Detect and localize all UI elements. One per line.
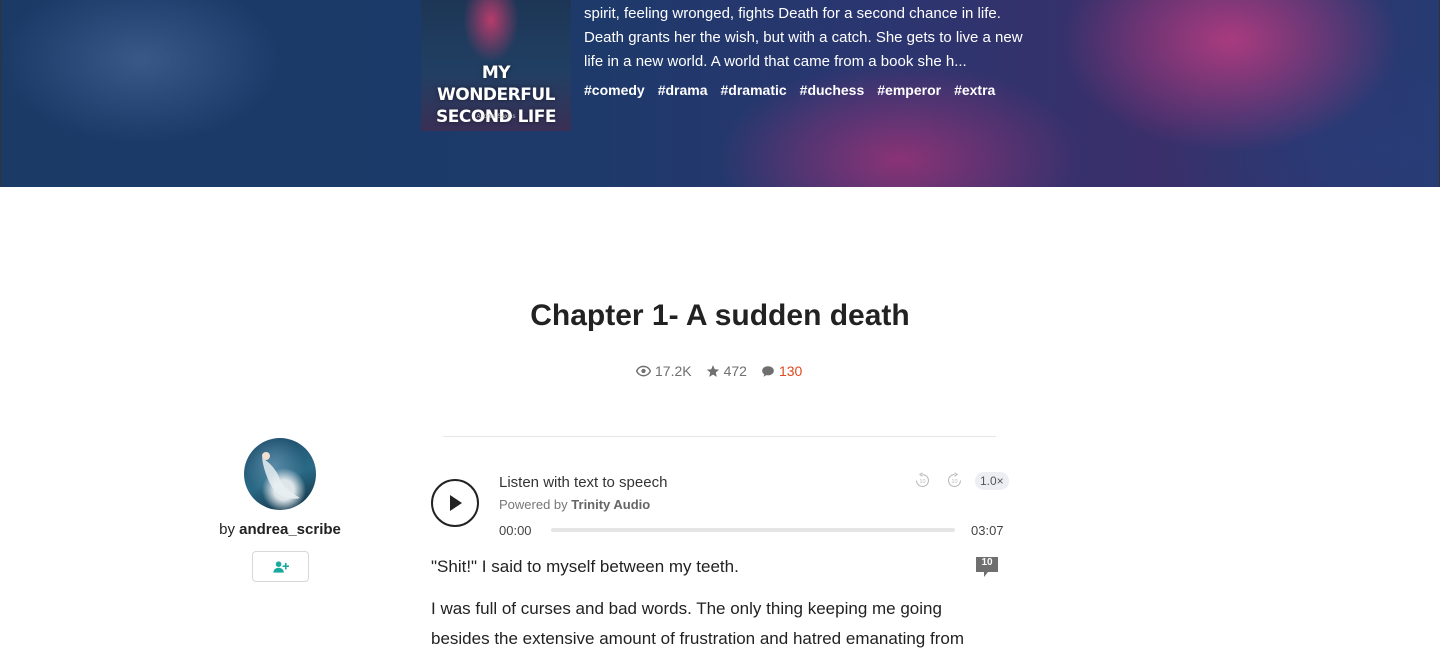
tts-speed-button[interactable]: 1.0× [975, 472, 1009, 490]
rewind-10-icon[interactable]: 10 [914, 472, 931, 489]
story-tags: #comedy #drama #dramatic #duchess #emper… [584, 80, 995, 100]
forward-label: 10 [951, 479, 957, 485]
tag-dramatic[interactable]: #dramatic [721, 80, 787, 100]
comments-stat[interactable]: 130 [761, 361, 802, 381]
story-description: spirit, feeling wronged, fights Death fo… [584, 5, 1023, 70]
tag-comedy[interactable]: #comedy [584, 80, 645, 100]
tts-current-time: 00:00 [499, 523, 532, 538]
avatar-figure-icon [262, 452, 300, 499]
divider [443, 436, 996, 437]
tts-total-time: 03:07 [971, 523, 1004, 538]
views-stat: 17.2K [636, 361, 692, 381]
star-icon [706, 365, 719, 377]
story-header-banner: My Wonderful Second Life Andrea Saxius s… [0, 0, 1440, 187]
votes-stat: 472 [706, 361, 747, 381]
author-byline: by andrea_scribe [180, 520, 380, 540]
author-avatar[interactable] [244, 438, 316, 510]
author-username[interactable]: andrea_scribe [239, 521, 341, 538]
chapter-title: Chapter 1- A sudden death [530, 299, 910, 332]
paragraph-comment-count: 10 [981, 557, 993, 568]
tts-play-button[interactable] [431, 479, 479, 527]
paragraph-2-line-2: besides the extensive amount of frustrat… [431, 629, 964, 648]
tts-title: Listen with text to speech [499, 474, 668, 491]
tts-progress-bar[interactable] [551, 528, 955, 532]
tag-emperor[interactable]: #emperor [877, 80, 941, 100]
paragraph-1: "Shit!" I said to myself between my teet… [431, 557, 739, 576]
cover-author: Andrea Saxius [476, 114, 516, 120]
powered-by-label: Powered by [499, 497, 568, 512]
comments-count: 130 [778, 363, 803, 379]
cover-title-line1: My Wonderful [437, 63, 556, 105]
chapter-stats: 17.2K 472 130 [636, 361, 816, 381]
by-label: by [219, 521, 235, 538]
tts-powered-by: Powered by Trinity Audio [499, 496, 650, 514]
story-cover-image[interactable]: My Wonderful Second Life Andrea Saxius [421, 0, 571, 131]
follow-author-button[interactable] [252, 551, 309, 582]
tag-extra[interactable]: #extra [954, 80, 995, 100]
tag-duchess[interactable]: #duchess [800, 80, 865, 100]
comment-icon [762, 365, 774, 377]
forward-10-icon[interactable]: 10 [946, 472, 963, 489]
rewind-label: 10 [919, 479, 925, 485]
paragraph-comment-button[interactable]: 10 [975, 555, 999, 579]
tag-drama[interactable]: #drama [658, 80, 708, 100]
paragraph-2-line-1: I was full of curses and bad words. The … [431, 599, 942, 618]
trinity-audio-link[interactable]: Trinity Audio [571, 497, 650, 512]
eye-icon [636, 365, 651, 377]
views-count: 17.2K [655, 363, 692, 379]
play-icon [450, 495, 462, 511]
votes-count: 472 [723, 363, 747, 379]
add-user-icon [272, 560, 289, 573]
